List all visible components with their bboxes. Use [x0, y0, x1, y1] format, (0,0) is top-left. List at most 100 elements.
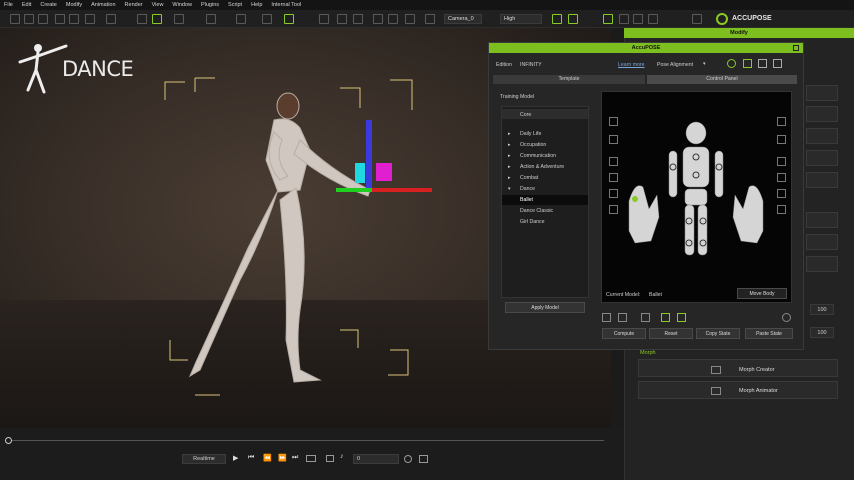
grid-view-icon[interactable]: [419, 455, 428, 463]
accupose-title-bar[interactable]: AccuPOSE: [489, 43, 803, 53]
compute-button[interactable]: Compute: [602, 328, 646, 339]
next-frame-icon[interactable]: ⏩: [278, 454, 287, 462]
camera-icon[interactable]: [326, 455, 334, 462]
right-tool-icon[interactable]: [777, 157, 786, 166]
undo-icon[interactable]: [106, 14, 116, 24]
tree-arrow-icon[interactable]: ▸: [508, 142, 511, 148]
mode-icon-3[interactable]: [641, 313, 650, 322]
tree-item-daily-life[interactable]: Daily Life: [520, 131, 541, 137]
import-icon[interactable]: [55, 14, 65, 24]
menu-create[interactable]: Create: [40, 2, 57, 8]
left-tool-icon[interactable]: [609, 157, 618, 166]
menu-internal-tool[interactable]: Internal Tool: [271, 2, 301, 8]
morph-animator-button[interactable]: Morph Animator: [638, 381, 838, 399]
tree-item-occupation[interactable]: Occupation: [520, 142, 546, 148]
arrow-icon[interactable]: [743, 59, 752, 68]
menu-animation[interactable]: Animation: [91, 2, 115, 8]
eye-icon[interactable]: [284, 14, 294, 24]
panel-field[interactable]: [806, 172, 838, 188]
mode-icon-4[interactable]: [661, 313, 670, 322]
plugin-icon[interactable]: [692, 14, 702, 24]
move-icon[interactable]: [152, 14, 162, 24]
transform-gizmo[interactable]: [330, 115, 440, 205]
link-icon[interactable]: [262, 14, 272, 24]
panel-field[interactable]: [806, 256, 838, 272]
menu-script[interactable]: Script: [228, 2, 242, 8]
select-icon[interactable]: [137, 14, 147, 24]
scale-icon[interactable]: [206, 14, 216, 24]
tree-arrow-icon[interactable]: ▸: [508, 164, 511, 170]
panel-field[interactable]: [806, 150, 838, 166]
left-tool-icon[interactable]: [609, 189, 618, 198]
tool-b-icon[interactable]: [568, 14, 578, 24]
camera-dropdown[interactable]: Camera_0: [444, 14, 482, 24]
menu-plugins[interactable]: Plugins: [201, 2, 219, 8]
modify-header[interactable]: Modify: [624, 28, 854, 38]
play-icon[interactable]: ▶: [233, 454, 238, 462]
tree-item-communication[interactable]: Communication: [520, 153, 556, 159]
stop-icon[interactable]: ⏮: [248, 454, 254, 462]
timeline-scrubber[interactable]: [5, 437, 12, 444]
tree-arrow-icon[interactable]: ▸: [508, 175, 511, 181]
panel-field[interactable]: [806, 212, 838, 228]
pan-icon[interactable]: [388, 14, 398, 24]
menu-help[interactable]: Help: [251, 2, 262, 8]
tree-item-combat[interactable]: Combat: [520, 175, 538, 181]
value-field-1[interactable]: 100: [810, 304, 834, 315]
quality-dropdown[interactable]: High: [500, 14, 542, 24]
tree-item-girl-dance[interactable]: Girl Dance: [520, 219, 545, 225]
option-icon[interactable]: [404, 455, 412, 463]
list-icon[interactable]: [773, 59, 782, 68]
new-icon[interactable]: [10, 14, 20, 24]
paste-state-button[interactable]: Paste State: [745, 328, 793, 339]
panel-field[interactable]: [806, 234, 838, 250]
tab-template[interactable]: Template: [493, 75, 645, 84]
pen-icon[interactable]: [648, 14, 658, 24]
tree-item-dance-classic[interactable]: Dance Classic: [520, 208, 553, 214]
tree-item-action-adventure[interactable]: Action & Adventure: [520, 164, 564, 170]
panel-field[interactable]: [806, 106, 838, 122]
copy-state-button[interactable]: Copy State: [696, 328, 740, 339]
mode-icon-2[interactable]: [618, 313, 627, 322]
learn-more-link[interactable]: Learn more: [618, 62, 645, 68]
right-tool-icon[interactable]: [777, 135, 786, 144]
tree-item-dance[interactable]: Dance: [520, 186, 535, 192]
apply-model-button[interactable]: Apply Model: [505, 302, 585, 313]
orbit-icon[interactable]: [405, 14, 415, 24]
zoom-icon[interactable]: [373, 14, 383, 24]
reset-button[interactable]: Reset: [649, 328, 693, 339]
right-tool-icon[interactable]: [777, 117, 786, 126]
menu-modify[interactable]: Modify: [66, 2, 82, 8]
open-icon[interactable]: [24, 14, 34, 24]
audio-icon[interactable]: ♪: [340, 453, 344, 460]
menu-window[interactable]: Window: [172, 2, 192, 8]
tool-a-icon[interactable]: [552, 14, 562, 24]
right-tool-icon[interactable]: [777, 189, 786, 198]
settings-icon[interactable]: [782, 313, 791, 322]
panel-field[interactable]: [806, 85, 838, 101]
close-icon[interactable]: [793, 45, 799, 51]
target-icon[interactable]: [727, 59, 736, 68]
playback-mode-dropdown[interactable]: Realtime: [182, 454, 226, 464]
render-icon[interactable]: [85, 14, 95, 24]
loop-icon[interactable]: [306, 455, 316, 462]
menu-file[interactable]: File: [4, 2, 13, 8]
model-tree[interactable]: Core ▸ Daily Life ▸ Occupation ▸ Communi…: [501, 106, 589, 298]
sun-icon[interactable]: [337, 14, 347, 24]
tree-arrow-icon[interactable]: ▸: [508, 131, 511, 137]
left-tool-icon[interactable]: [609, 205, 618, 214]
left-tool-icon[interactable]: [609, 135, 618, 144]
timeline-track[interactable]: [8, 440, 604, 441]
prev-frame-icon[interactable]: ⏪: [263, 454, 272, 462]
right-tool-icon[interactable]: [777, 205, 786, 214]
menu-render[interactable]: Render: [125, 2, 143, 8]
tree-arrow-icon[interactable]: ▾: [508, 186, 511, 192]
mode-icon-5[interactable]: [677, 313, 686, 322]
menu-edit[interactable]: Edit: [22, 2, 31, 8]
morph-creator-button[interactable]: Morph Creator: [638, 359, 838, 377]
tab-control-panel[interactable]: Control Panel: [647, 75, 797, 84]
left-tool-icon[interactable]: [609, 117, 618, 126]
left-tool-icon[interactable]: [609, 173, 618, 182]
move-body-button[interactable]: Move Body: [737, 288, 787, 299]
rotate-icon[interactable]: [174, 14, 184, 24]
